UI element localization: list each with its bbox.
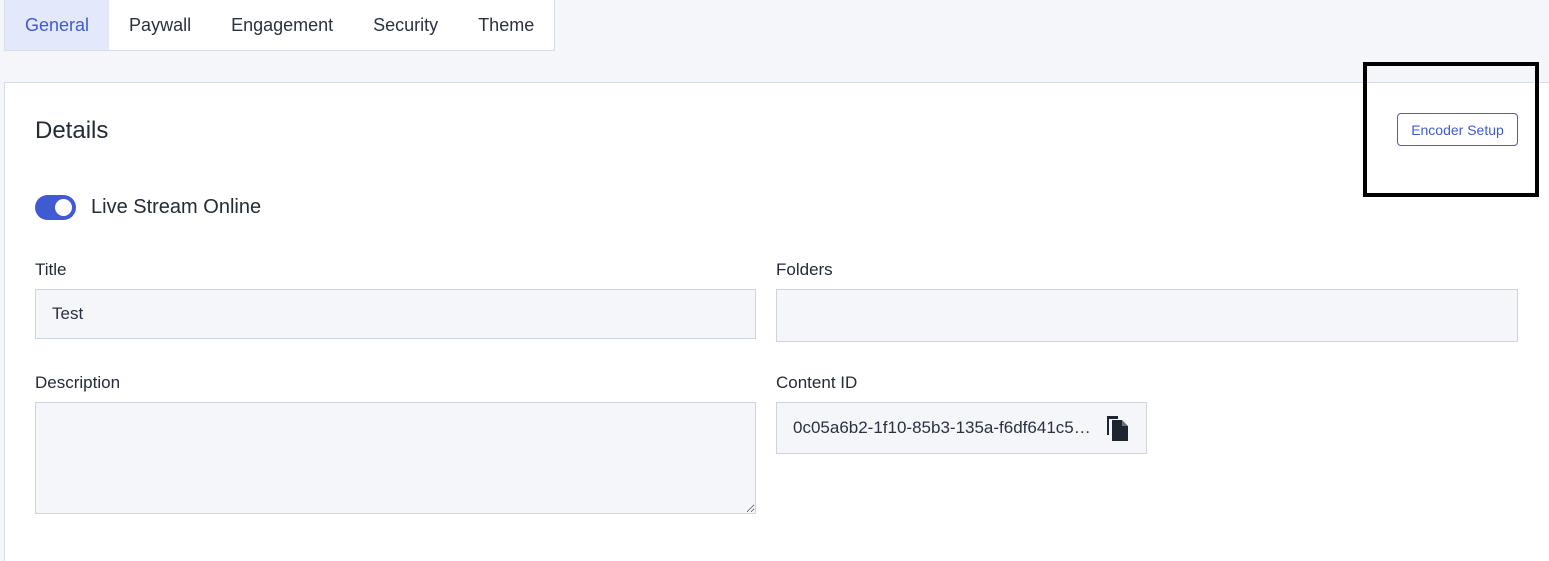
tab-security[interactable]: Security <box>353 0 458 50</box>
content-id-value: 0c05a6b2-1f10-85b3-135a-f6df641c5… <box>793 418 1091 437</box>
content-id-label: Content ID <box>776 373 858 392</box>
live-stream-toggle[interactable] <box>35 195 76 220</box>
tab-paywall[interactable]: Paywall <box>109 0 211 50</box>
live-stream-toggle-row: Live Stream Online <box>35 195 261 220</box>
live-stream-label: Live Stream Online <box>91 196 262 218</box>
content-id-field[interactable]: 0c05a6b2-1f10-85b3-135a-f6df641c5… <box>776 402 1147 454</box>
encoder-setup-button[interactable]: Encoder Setup <box>1397 113 1518 146</box>
tab-theme[interactable]: Theme <box>458 0 554 50</box>
tab-engagement[interactable]: Engagement <box>211 0 353 50</box>
tab-bar: General Paywall Engagement Security Them… <box>4 0 556 51</box>
toggle-knob <box>55 199 72 216</box>
tab-general[interactable]: General <box>5 0 110 50</box>
description-textarea[interactable] <box>35 402 756 514</box>
title-label: Title <box>35 260 67 279</box>
title-input[interactable]: Test <box>35 289 756 339</box>
copy-icon[interactable] <box>1104 414 1130 442</box>
description-label: Description <box>35 373 121 392</box>
page-title: Details <box>35 117 109 144</box>
details-panel: Details Encoder Setup Live Stream Online… <box>4 82 1549 561</box>
folders-label: Folders <box>776 260 833 279</box>
folders-input[interactable] <box>776 289 1518 342</box>
